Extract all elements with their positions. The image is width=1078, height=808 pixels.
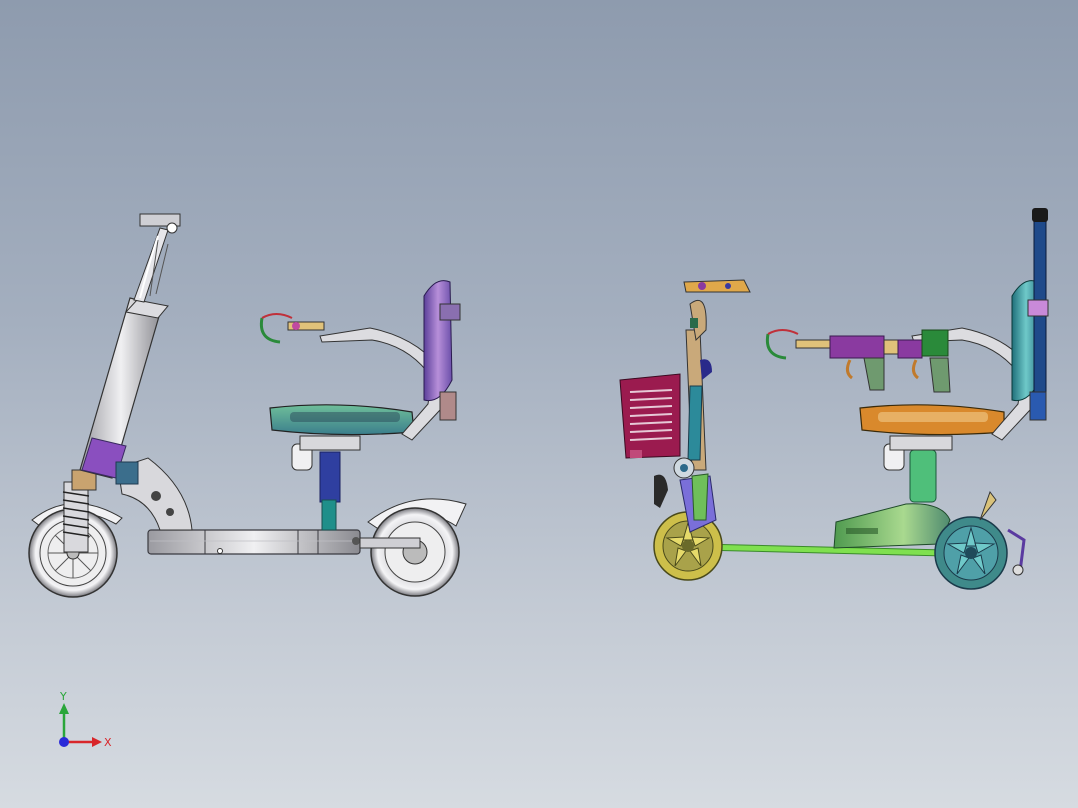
rear-wheel[interactable] [359,498,467,597]
steering-column[interactable] [79,213,181,479]
front-basket[interactable] [619,373,681,508]
x-axis-arrowhead [92,737,102,747]
deck-tube[interactable] [147,529,361,555]
seat-post [291,435,361,531]
handlebar-top[interactable] [683,279,751,293]
y-axis-arrowhead [59,703,69,714]
scooter-model-colored-parts[interactable] [619,208,1049,590]
seat-post-colored [883,435,953,503]
cad-scene[interactable]: Y X [0,0,1078,808]
seat-cushion-colored[interactable] [859,404,1005,436]
x-axis-label: X [104,736,112,749]
y-axis-label: Y [59,690,67,703]
front-bracket-plate [115,457,193,531]
deck-rod[interactable] [699,543,947,557]
backrest[interactable] [423,280,461,421]
cad-graphics-viewport[interactable]: Y X [0,0,1078,808]
armrest-controller[interactable] [259,313,325,344]
seat-cushion[interactable] [269,404,415,436]
battery-housing[interactable] [833,503,951,549]
scooter-model-shaded-grey[interactable] [28,213,467,598]
armrest-controller-colored[interactable] [765,329,951,393]
coordinate-triad: Y X [59,690,112,749]
rear-wheel-teal[interactable] [934,490,1026,590]
z-axis-dot [59,737,69,747]
backrest-colored[interactable] [1011,208,1049,421]
